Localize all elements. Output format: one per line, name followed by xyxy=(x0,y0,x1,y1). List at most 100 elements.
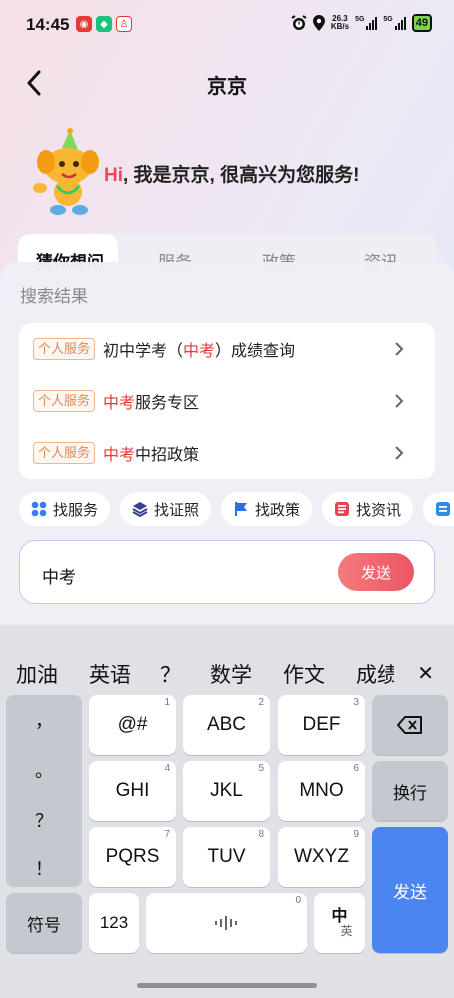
result-badge: 个人服务 xyxy=(33,442,96,464)
language-switch-key[interactable]: 中 英 xyxy=(314,893,365,953)
punctuation-key[interactable]: ， xyxy=(6,707,82,733)
signal-icon: 5G xyxy=(383,16,406,30)
newline-key[interactable]: 换行 xyxy=(372,761,448,821)
key-9[interactable]: WXYZ 9 xyxy=(278,827,365,887)
greeting-message: , 我是京京, 很高兴为您服务! xyxy=(123,165,360,186)
chip-find-more[interactable]: 找 xyxy=(423,492,454,526)
app-notification-icon: ◆ xyxy=(96,16,112,32)
news-icon xyxy=(334,501,350,517)
home-indicator[interactable] xyxy=(137,983,317,988)
result-title-highlight: 中考 xyxy=(103,447,136,464)
key-label: MNO xyxy=(299,780,344,801)
chat-input-value[interactable]: 中考 xyxy=(42,563,76,588)
chip-find-policies[interactable]: 找政策 xyxy=(221,492,313,526)
result-item[interactable]: 个人服务 中考中招政策 xyxy=(19,427,435,479)
signal-label: 5G xyxy=(383,16,393,23)
result-title-post: 服务专区 xyxy=(135,395,200,412)
chat-input-box[interactable]: 中考 发送 xyxy=(19,540,435,604)
chip-find-services[interactable]: 找服务 xyxy=(19,492,111,526)
status-time: 14:45 xyxy=(26,15,70,34)
key-2[interactable]: ABC 2 xyxy=(183,695,270,755)
notification-icons: ◉ ◆ ♙ xyxy=(76,16,132,32)
key-number: 1 xyxy=(164,697,170,708)
chip-find-news[interactable]: 找资讯 xyxy=(322,492,414,526)
result-title-post: ）成绩查询 xyxy=(215,343,296,360)
chevron-right-icon xyxy=(395,342,404,356)
suggestion-item[interactable]: 英语 xyxy=(89,659,131,689)
symbols-key[interactable]: 符号 xyxy=(6,893,82,953)
key-label: ABC xyxy=(206,714,247,735)
status-indicators: 26.3 KB/s 5G 5G 49 xyxy=(291,14,432,32)
chip-label: 找证照 xyxy=(154,501,200,519)
greeting-hi: Hi xyxy=(104,165,123,186)
punctuation-key[interactable]: ！ xyxy=(6,855,82,881)
space-key[interactable]: 0 xyxy=(146,893,307,953)
key-5[interactable]: JKL 5 xyxy=(183,761,270,821)
punctuation-key[interactable]: ？ xyxy=(6,807,82,833)
key-number: 7 xyxy=(164,829,170,840)
signal-icon: 5G xyxy=(355,16,378,30)
status-bar: 14:45 ◉ ◆ ♙ 26.3 KB/s 5G 5G 49 xyxy=(0,0,454,50)
result-title-highlight: 中考 xyxy=(103,395,136,412)
result-title-highlight: 中考 xyxy=(183,343,216,360)
close-icon[interactable]: ✕ xyxy=(417,661,434,686)
key-label: @# xyxy=(117,714,148,735)
send-button[interactable]: 发送 xyxy=(338,553,414,591)
result-title: 中考服务专区 xyxy=(103,389,199,413)
grid-icon xyxy=(31,501,47,517)
key-label: GHI xyxy=(115,780,150,801)
result-title: 初中学考（中考）成绩查询 xyxy=(103,337,295,361)
key-number: 4 xyxy=(164,763,170,774)
layers-icon xyxy=(132,501,148,517)
network-speed-unit: KB/s xyxy=(330,22,350,31)
delete-key[interactable] xyxy=(372,695,448,755)
mascot-icon xyxy=(33,128,99,215)
key-label: WXYZ xyxy=(294,846,349,867)
key-6[interactable]: MNO 6 xyxy=(278,761,365,821)
key-8[interactable]: TUV 8 xyxy=(183,827,270,887)
key-1[interactable]: @# 1 xyxy=(89,695,176,755)
key-number: 0 xyxy=(295,895,301,906)
alarm-icon xyxy=(291,15,307,30)
battery-icon: 49 xyxy=(411,14,432,32)
punctuation-column: ， 。 ？ ！ xyxy=(6,695,82,887)
suggestion-item[interactable]: ？ xyxy=(160,659,181,689)
chevron-right-icon xyxy=(395,394,404,408)
greeting-text: Hi, 我是京京, 很高兴为您服务! xyxy=(104,160,359,187)
app-notification-icon: ◉ xyxy=(76,16,92,32)
language-primary: 中 xyxy=(331,908,348,925)
result-item[interactable]: 个人服务 初中学考（中考）成绩查询 xyxy=(19,323,435,375)
language-secondary: 英 xyxy=(340,924,353,938)
keyboard-send-key[interactable]: 发送 xyxy=(372,827,448,953)
suggestion-item[interactable]: 数学 xyxy=(210,659,252,689)
doc-icon xyxy=(435,501,451,517)
chip-label: 找资讯 xyxy=(356,501,402,519)
chip-find-licenses[interactable]: 找证照 xyxy=(120,492,212,526)
chip-label: 找政策 xyxy=(255,501,301,519)
page-title: 京京 xyxy=(207,76,247,98)
suggestion-item[interactable]: 成绩 xyxy=(356,659,394,689)
numbers-key[interactable]: 123 xyxy=(89,893,139,953)
key-label: DEF xyxy=(302,714,341,735)
suggestion-item[interactable]: 加油 xyxy=(16,659,58,689)
key-label: PQRS xyxy=(105,846,160,867)
suggestion-item[interactable]: 作文 xyxy=(283,659,325,689)
suggestion-bar: 加油 英语 ？ 数学 作文 成绩 ✕ xyxy=(0,625,454,687)
chip-label: 找服务 xyxy=(53,501,99,519)
location-icon xyxy=(312,15,325,31)
key-3[interactable]: DEF 3 xyxy=(278,695,365,755)
keyboard: 加油 英语 ？ 数学 作文 成绩 ✕ ， 。 ？ ！ @# 1 ABC 2 DEF 3… xyxy=(0,625,454,998)
punctuation-key[interactable]: 。 xyxy=(6,757,82,783)
flag-icon xyxy=(233,501,249,517)
result-item[interactable]: 个人服务 中考服务专区 xyxy=(19,375,435,427)
result-badge: 个人服务 xyxy=(33,390,96,412)
key-number: 9 xyxy=(353,829,359,840)
key-label: TUV xyxy=(207,846,246,867)
key-4[interactable]: GHI 4 xyxy=(89,761,176,821)
result-title: 中考中招政策 xyxy=(103,441,199,465)
key-7[interactable]: PQRS 7 xyxy=(89,827,176,887)
key-label: JKL xyxy=(210,780,243,801)
search-results-label: 搜索结果 xyxy=(20,287,88,306)
network-speed: 26.3 KB/s xyxy=(331,15,349,31)
result-title-pre: 初中学考（ xyxy=(103,343,184,360)
